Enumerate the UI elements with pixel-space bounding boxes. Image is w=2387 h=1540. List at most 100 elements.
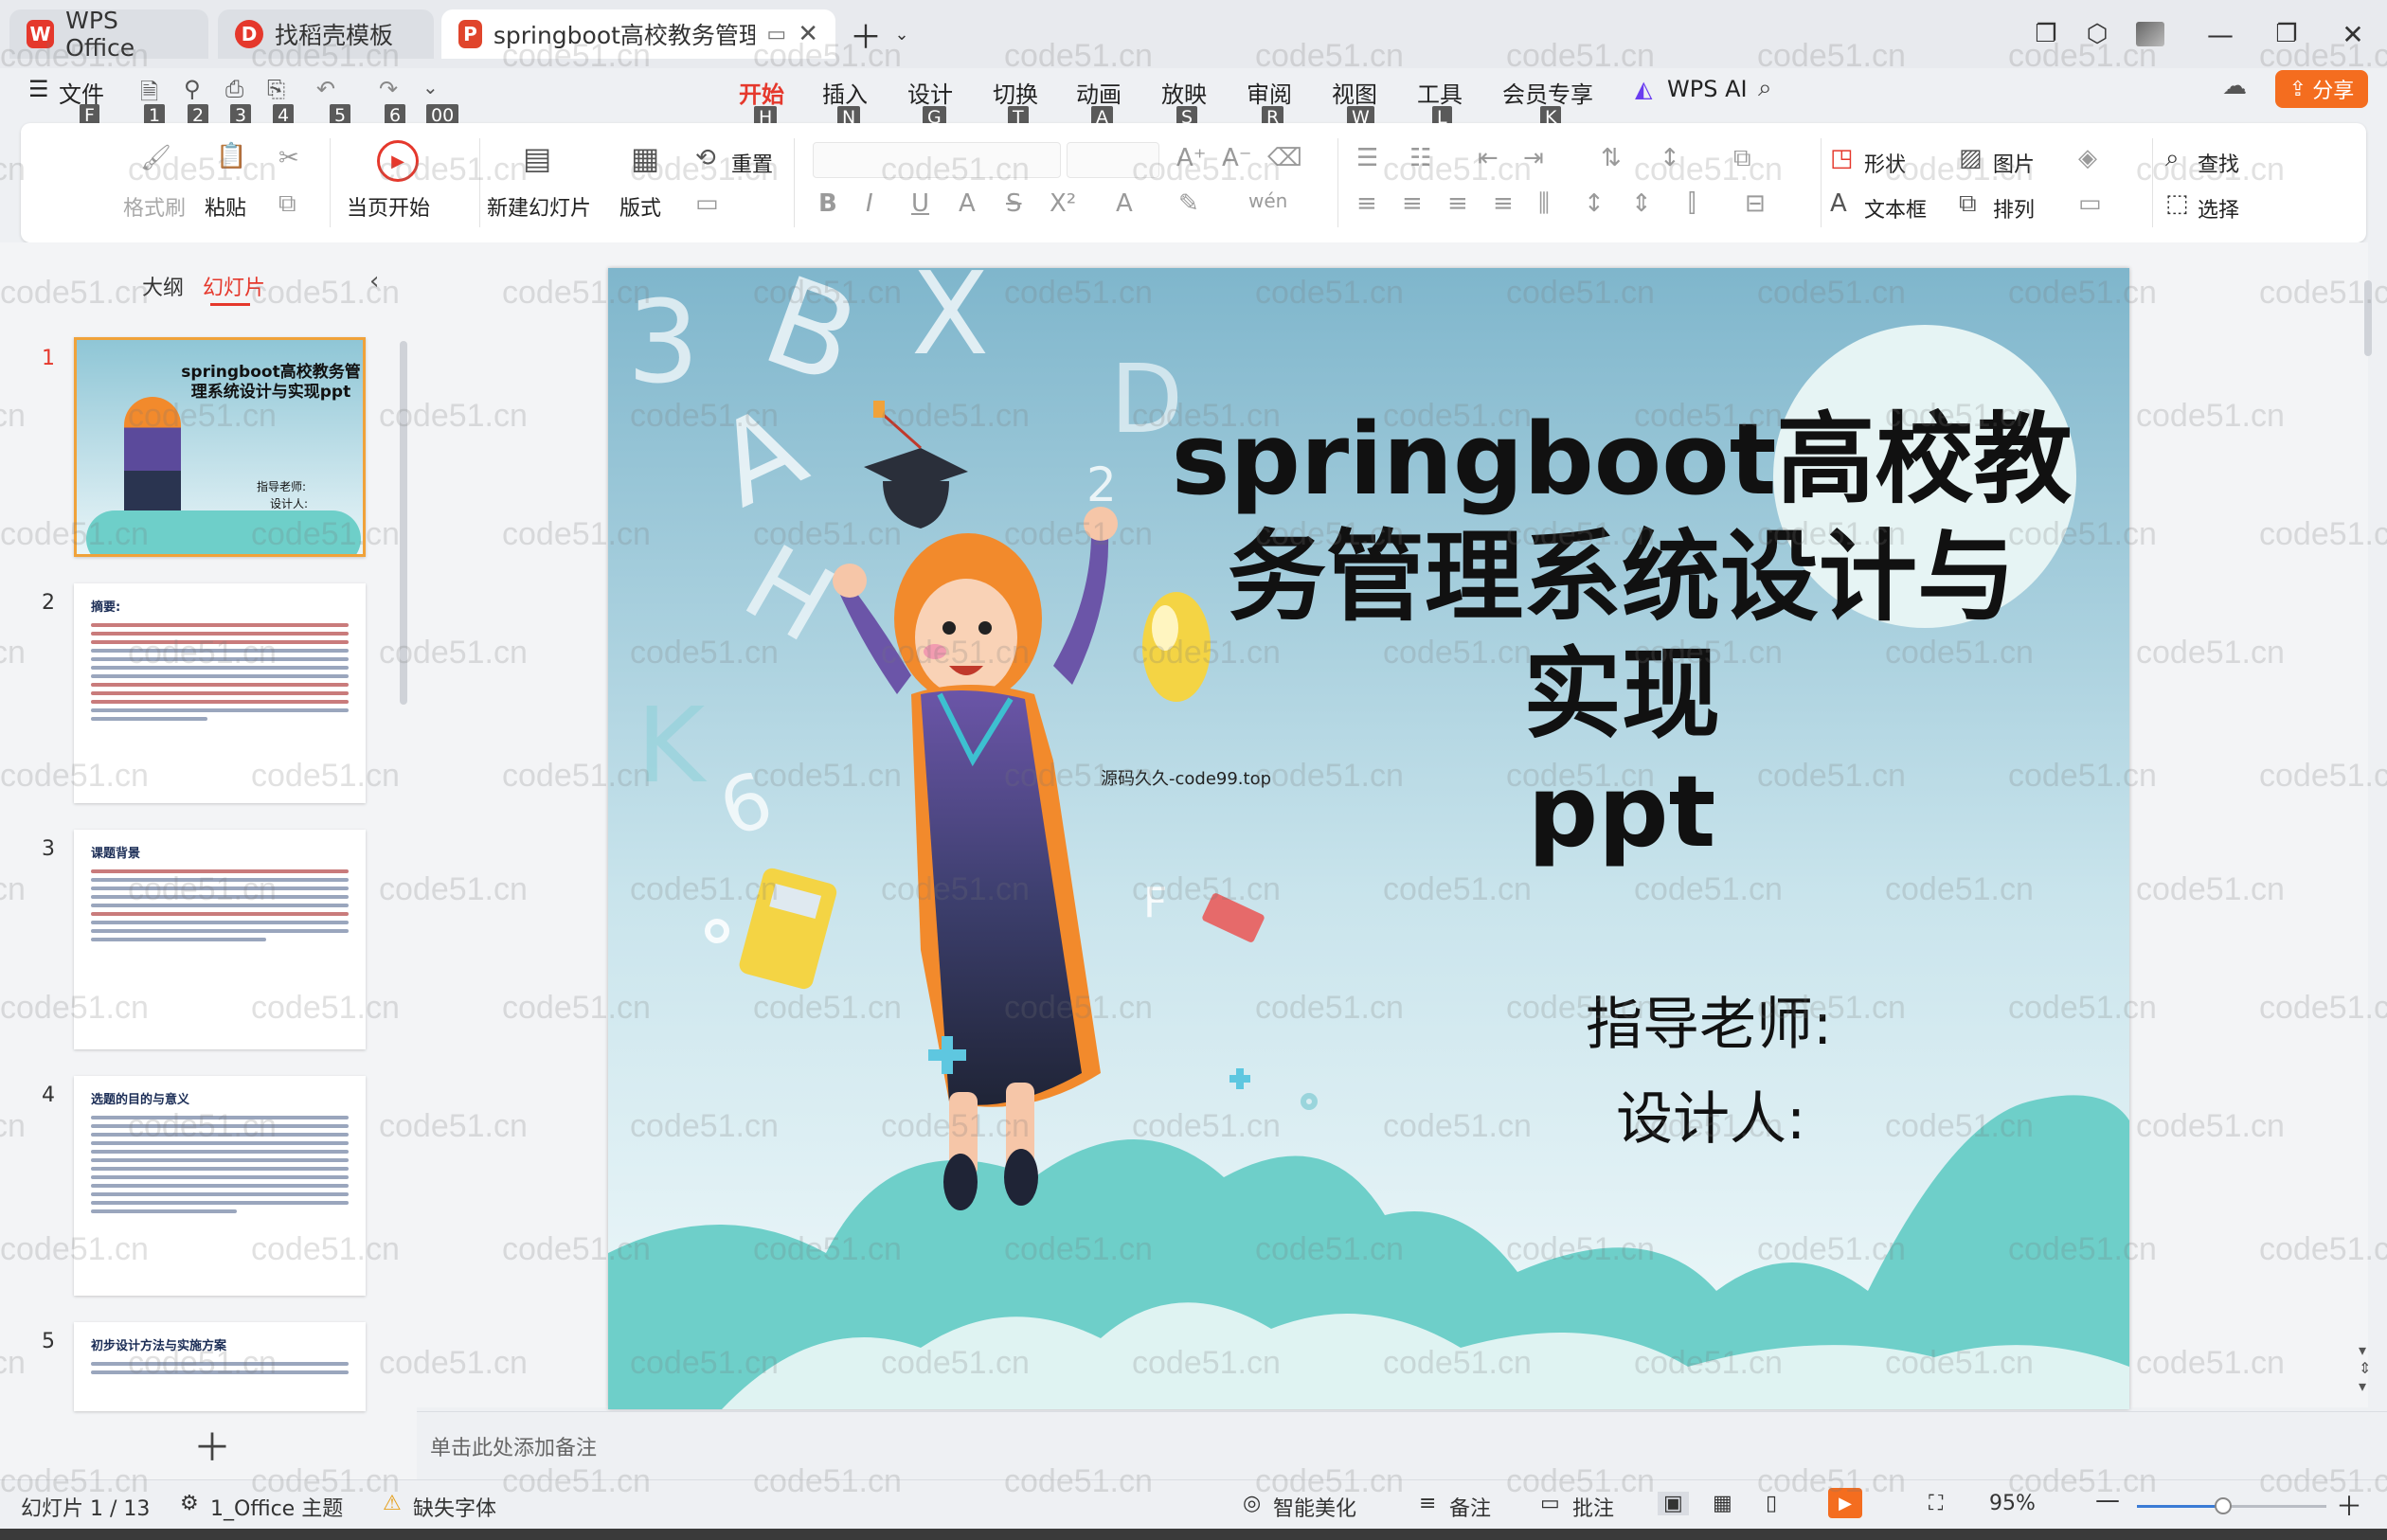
grow-font-icon[interactable]: A⁺ [1176,144,1207,172]
font-family-select[interactable] [813,142,1061,178]
font-color-icon[interactable]: A [1116,189,1133,218]
slide-title[interactable]: springboot高校教 务管理系统设计与 实现 ppt [1120,401,2124,870]
clear-format-icon[interactable]: ⌫ [1267,144,1302,172]
slide-canvas[interactable]: 3 B X A D 2 H K 6 F 源码久久-code99.top spri… [608,268,2129,1409]
shape-icon[interactable]: ◳ [1830,144,1854,172]
hamburger-icon[interactable]: ☰ [28,76,49,102]
outline-tab[interactable]: 大纲 [142,271,184,301]
align-left-icon[interactable]: ≡ [1356,189,1377,218]
print-icon[interactable]: ⎙ [225,76,243,102]
slide-designer[interactable]: 设计人: [1616,1073,1805,1155]
font-size-select[interactable] [1067,142,1159,178]
reset-icon[interactable]: ⟲ [695,144,716,172]
highlight-icon[interactable]: ✎ [1178,189,1199,218]
slides-tab[interactable]: 幻灯片 [203,271,265,301]
slide-teacher[interactable]: 指导老师: [1586,978,1832,1061]
zoom-in-icon[interactable]: ＋ [2336,1486,2362,1524]
beautify-button[interactable]: 智能美化 [1273,1492,1356,1522]
undo-icon[interactable]: ↶ [316,76,335,102]
picture-icon[interactable]: ▨ [1959,144,1983,172]
picture-button[interactable]: 图片 [1993,148,2035,178]
close-tab-icon[interactable]: ✕ [798,20,818,48]
numbered-list-icon[interactable]: ☷ [1409,144,1431,172]
comments-toggle[interactable]: 批注 [1572,1492,1614,1522]
tab-animation[interactable]: 动画 [1076,76,1122,109]
sorter-view-icon[interactable]: ▦ [1713,1492,1732,1515]
paste-button[interactable]: 粘贴 [205,191,246,222]
normal-view-icon[interactable]: ▣ [1658,1492,1689,1515]
align-center-icon[interactable]: ≡ [1402,189,1423,218]
share-link-icon[interactable]: ⚲ [184,76,201,102]
redo-icon[interactable]: ↷ [379,76,398,102]
reading-view-icon[interactable]: ▯ [1766,1492,1777,1515]
bullet-list-icon[interactable]: ☰ [1356,144,1378,172]
align-text-icon[interactable]: ⊟ [1745,189,1766,218]
outline-icon[interactable]: ▭ [2078,189,2102,218]
tab-design[interactable]: 设计 [907,76,953,109]
search-icon[interactable]: ⌕ [1758,74,1772,103]
new-slide-icon[interactable]: ▤ [523,140,551,176]
superscript-icon[interactable]: X² [1050,189,1076,218]
tab-review[interactable]: 审阅 [1247,76,1292,109]
para-spacing-icon[interactable]: ⇕ [1631,189,1652,218]
theme-name[interactable]: 1_Office 主题 [210,1492,343,1522]
print-preview-icon[interactable]: ⎘ [267,76,285,102]
chevron-down-icon[interactable]: ⌄ [881,13,923,55]
copy-icon[interactable]: ⧉ [278,189,296,219]
format-painter-icon[interactable]: 🖌 [140,144,171,172]
tab-insert[interactable]: 插入 [822,76,868,109]
slide-thumbnail-2[interactable]: 摘要: [74,583,366,803]
tab-tools[interactable]: 工具 [1417,76,1463,109]
notes-toggle[interactable]: 备注 [1449,1492,1491,1522]
find-button[interactable]: 查找 [2198,148,2239,178]
tab-transition[interactable]: 切换 [993,76,1038,109]
text-direction-icon[interactable]: ⇅ [1601,144,1622,172]
wps-ai-icon[interactable]: ◭ [1635,76,1652,102]
play-from-current-button[interactable]: 当页开始 [347,191,430,222]
notes-placeholder[interactable]: 单击此处添加备注 [430,1431,597,1461]
more-chevron-icon[interactable]: ⌄ [422,76,439,98]
scroll-arrows-icon[interactable]: ▾ ⇕ ▾ [2359,1341,2371,1395]
line-spacing-icon[interactable]: ↕ [1584,189,1605,218]
slide-thumbnail-4[interactable]: 选题的目的与意义 [74,1076,366,1296]
share-button[interactable]: ⇪ 分享 [2275,70,2368,108]
tab-wps-office[interactable]: W WPS Office [9,7,208,62]
justify-icon[interactable]: ≡ [1493,189,1514,218]
collapse-panel-icon[interactable]: ‹ [369,267,379,295]
monitor-icon[interactable]: ▭ [766,23,786,46]
avatar[interactable] [2129,13,2171,55]
columns-icon[interactable]: ⫿ [1688,189,1696,219]
text-shadow-icon[interactable]: A [959,189,976,218]
format-painter-button[interactable]: 格式刷 [123,191,186,222]
bold-icon[interactable]: B [818,189,837,218]
textbox-icon[interactable]: A [1830,189,1847,218]
add-slide-icon[interactable]: ＋ [193,1417,231,1472]
textbox-button[interactable]: 文本框 [1864,193,1927,224]
underline-icon[interactable]: U [911,189,929,218]
fill-icon[interactable]: ◈ [2078,144,2097,172]
maximize-icon[interactable]: ❐ [2266,13,2307,55]
cube-icon[interactable]: ⬡ [2076,13,2118,55]
minimize-icon[interactable]: — [2199,13,2241,55]
phonetic-icon[interactable]: wén [1248,189,1287,212]
convert-icon[interactable]: ⧉ [1733,144,1751,173]
new-slide-button[interactable]: 新建幻灯片 [487,191,591,222]
align-right-icon[interactable]: ≡ [1447,189,1468,218]
reset-button[interactable]: 重置 [731,148,773,178]
tab-slideshow[interactable]: 放映 [1161,76,1207,109]
panel-scrollbar[interactable] [400,341,407,705]
arrange-icon[interactable]: ⧉ [1959,189,1977,219]
missing-font-button[interactable]: 缺失字体 [413,1492,496,1522]
sort-icon[interactable]: ↕ [1660,144,1680,172]
slide-thumbnail-5[interactable]: 初步设计方法与实施方案 [74,1322,366,1411]
cut-icon[interactable]: ✂ [278,144,299,172]
tab-presentation[interactable]: P springboot高校教务管理系统 ▭ ✕ [441,9,835,59]
zoom-slider-thumb[interactable] [2215,1497,2232,1514]
zoom-out-icon[interactable]: — [2095,1486,2120,1514]
wps-ai-button[interactable]: WPS AI [1667,76,1748,102]
tab-home[interactable]: 开始 [739,76,784,109]
tab-template[interactable]: D 找稻壳模板 [218,9,434,59]
layout-button[interactable]: 版式 [619,191,661,222]
select-button[interactable]: 选择 [2198,193,2239,224]
slide-thumbnail-1[interactable]: springboot高校教务管理系统设计与实现ppt 指导老师: 设计人: [74,337,366,557]
